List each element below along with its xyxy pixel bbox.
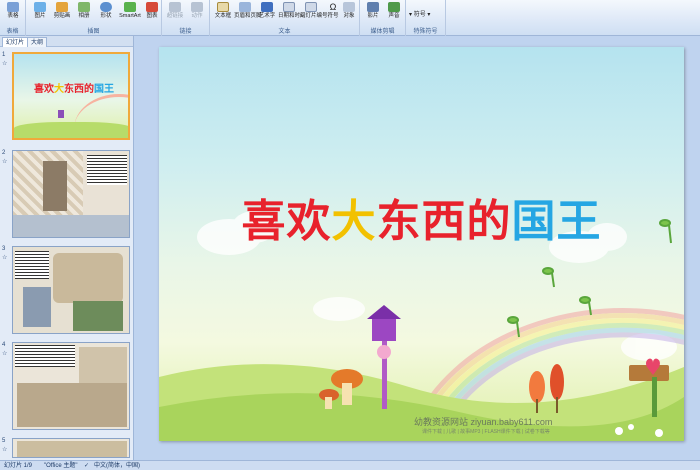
thumbnail-illustration	[53, 253, 123, 303]
ribbon-group-illustrations: 图片 剪贴画 相册 形状 SmartArt 图表 插图	[26, 0, 162, 36]
title-part: 国王	[511, 196, 602, 247]
object-icon	[343, 2, 355, 12]
picture-icon	[34, 2, 46, 12]
slide-number-icon	[305, 2, 317, 12]
ribbon-group-text: 文本框 页眉和页脚 艺术字 日期和时间 幻灯片编号 Ω 符号 对象 文本	[210, 0, 360, 36]
theme-name[interactable]: "Office 主题"	[44, 461, 78, 470]
wordart-icon	[261, 2, 273, 12]
action-button[interactable]: 动作	[186, 2, 208, 24]
album-icon	[78, 2, 90, 12]
thumbnail-grass	[14, 122, 128, 138]
film-icon	[367, 2, 379, 12]
hyperlink-icon	[169, 2, 181, 12]
ribbon-group-media: 影片 声音 媒体剪辑	[360, 0, 406, 36]
animation-star-icon: ☆	[2, 351, 8, 357]
thumbnail-text-block	[15, 345, 75, 367]
ribbon-group-table: 表格 表格	[0, 0, 26, 36]
thumbnail-text-block	[87, 155, 127, 185]
group-label-table: 表格	[6, 29, 19, 35]
thumbnail-illustration	[79, 347, 127, 387]
slide-canvas[interactable]: 喜欢大东西的国王 幼教资源网站 ziyuan.baby611.com 课件下载 …	[159, 47, 684, 441]
thumbnail-figure	[43, 161, 67, 211]
thumbnail-text-block	[15, 251, 49, 279]
object-button[interactable]: 对象	[338, 2, 360, 24]
sound-button[interactable]: 声音	[383, 2, 405, 24]
group-label-special-symbols: 特殊符号	[413, 29, 438, 35]
animation-star-icon: ☆	[2, 447, 8, 453]
slide-thumbnail-5[interactable]	[12, 438, 130, 458]
hyperlink-button[interactable]: 超链接	[164, 2, 186, 24]
thumbnail-figure	[23, 287, 51, 327]
slide-number-button[interactable]: 幻灯片编号	[300, 2, 328, 24]
status-bar: 幻灯片 1/9 "Office 主题" ✓ 中文(简体，中国)	[0, 460, 700, 470]
thumbnail-crowd	[13, 215, 129, 237]
site-watermark: 幼教资源网站 ziyuan.baby611.com	[414, 417, 553, 427]
slides-pane: 幻灯片 大纲 1 ☆ 喜欢大东西的国王 2 ☆ 3 ☆ 4 ☆ 5 ☆	[0, 36, 134, 460]
animation-star-icon: ☆	[2, 255, 8, 261]
album-button[interactable]: 相册	[73, 2, 95, 24]
tab-outline[interactable]: 大纲	[27, 37, 48, 47]
chevron-down-icon: ▾	[427, 12, 431, 18]
chart-button[interactable]: 图表	[143, 2, 161, 24]
table-icon	[7, 2, 19, 12]
title-part: 喜欢	[241, 196, 332, 247]
slide-thumbnail-1[interactable]: 喜欢大东西的国王	[12, 52, 130, 140]
slide-counter: 幻灯片 1/9	[4, 463, 33, 469]
group-label-text: 文本	[278, 29, 291, 35]
thumbnail-scene	[17, 383, 127, 427]
calendar-icon	[283, 2, 295, 12]
header-footer-icon	[239, 2, 251, 12]
chart-icon	[146, 2, 158, 12]
thumbnail-title: 喜欢大东西的国王	[34, 84, 114, 95]
thumbnail-scene	[73, 301, 123, 331]
spellcheck-icon[interactable]: ✓	[84, 461, 89, 470]
pane-tabs: 幻灯片 大纲	[0, 36, 133, 47]
slide-thumbnail-3[interactable]	[12, 246, 130, 334]
speaker-icon	[388, 2, 400, 12]
picture-button[interactable]: 图片	[29, 2, 51, 24]
table-button[interactable]: 表格	[2, 2, 24, 24]
title-part: 东西的	[376, 196, 512, 247]
slide-thumbnail-2[interactable]	[12, 150, 130, 238]
shapes-icon	[100, 2, 112, 12]
thumbnail-house	[58, 110, 64, 118]
site-watermark-subtitle: 课件下载 | 儿歌 | 故事MP3 | FLASH课件下载 | 试卷下载等	[422, 429, 550, 435]
group-label-links: 链接	[179, 29, 192, 35]
animation-star-icon: ☆	[2, 159, 8, 165]
date-time-button[interactable]: 日期和时间	[278, 2, 306, 24]
movie-button[interactable]: 影片	[362, 2, 384, 24]
clipart-button[interactable]: 剪贴画	[51, 2, 73, 24]
slide-thumbnail-4[interactable]	[12, 342, 130, 430]
shapes-button[interactable]: 形状	[95, 2, 117, 24]
group-label-media: 媒体剪辑	[370, 29, 395, 35]
slide-title[interactable]: 喜欢大东西的国王	[159, 185, 684, 249]
ribbon: 表格 表格 图片 剪贴画 相册 形状 SmartArt 图表 插图 超链接 动作…	[0, 0, 700, 36]
textbox-button[interactable]: 文本框	[212, 2, 234, 24]
tab-slides[interactable]: 幻灯片	[2, 37, 29, 47]
wordart-button[interactable]: 艺术字	[256, 2, 278, 24]
ribbon-group-links: 超链接 动作 链接	[162, 0, 210, 36]
textbox-icon	[217, 2, 229, 12]
thumbnail-illustration	[17, 441, 127, 457]
clipart-icon	[56, 2, 68, 12]
action-icon	[191, 2, 203, 12]
header-footer-button[interactable]: 页眉和页脚	[234, 2, 262, 24]
special-symbol-dropdown[interactable]: ▾ 符号 ▾	[409, 9, 430, 18]
symbol-dropdown-icon: ▾	[409, 12, 413, 18]
smartart-button[interactable]: SmartArt	[117, 2, 143, 24]
animation-star-icon: ☆	[2, 61, 8, 67]
language-indicator[interactable]: 中文(简体，中国)	[94, 461, 140, 470]
ribbon-group-special-symbols: ▾ 符号 ▾ 特殊符号	[406, 0, 446, 36]
smartart-icon	[124, 2, 136, 12]
group-label-illustrations: 插图	[87, 29, 100, 35]
title-part: 大	[331, 196, 377, 247]
